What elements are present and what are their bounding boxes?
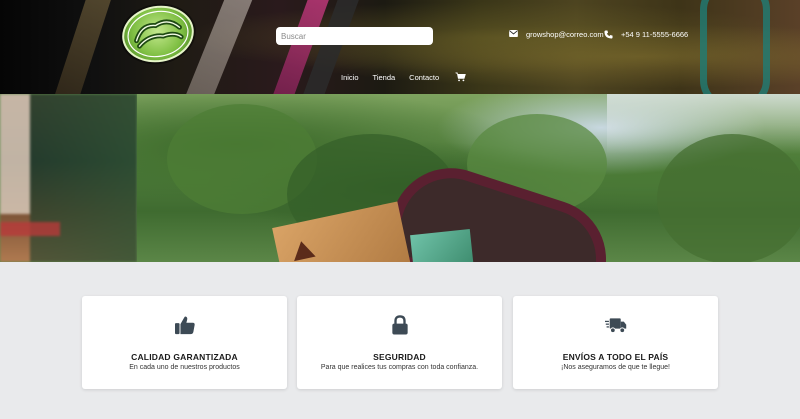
phone-icon xyxy=(604,30,613,39)
truck-icon xyxy=(604,314,627,336)
feature-card-security: SEGURIDAD Para que realices tus compras … xyxy=(297,296,502,389)
feature-title: ENVÍOS A TODO EL PAÍS xyxy=(562,352,669,362)
header-background-decoration xyxy=(52,0,112,94)
feature-title: CALIDAD GARANTIZADA xyxy=(131,352,238,362)
feature-description: En cada uno de nuestros productos xyxy=(129,364,240,371)
phone-text: +54 9 11-5555-6666 xyxy=(621,30,689,39)
hero-product-image-2 xyxy=(410,228,474,262)
nav-item-tienda[interactable]: Tienda xyxy=(373,73,396,82)
nav-item-contacto[interactable]: Contacto xyxy=(409,73,439,82)
site-header: growshop@correo.com +54 9 11-5555-6666 I… xyxy=(0,0,800,94)
main-nav: Inicio Tienda Contacto xyxy=(341,72,467,82)
email-text: growshop@correo.com xyxy=(526,30,604,39)
contact-email[interactable]: growshop@correo.com xyxy=(509,30,604,39)
feature-card-quality: CALIDAD GARANTIZADA En cada uno de nuest… xyxy=(82,296,287,389)
features-section: CALIDAD GARANTIZADA En cada uno de nuest… xyxy=(0,262,800,419)
search-input[interactable] xyxy=(276,27,433,45)
lock-icon xyxy=(389,314,411,336)
feature-title: SEGURIDAD xyxy=(373,352,426,362)
contact-phone[interactable]: +54 9 11-5555-6666 xyxy=(604,30,688,39)
envelope-icon xyxy=(509,30,518,39)
feature-description: Para que realices tus compras con toda c… xyxy=(320,364,479,371)
logo-graphic xyxy=(127,10,189,58)
hero-banner xyxy=(0,94,800,262)
thumbs-up-icon xyxy=(174,314,196,336)
hero-left-photo xyxy=(0,94,137,262)
nav-item-inicio[interactable]: Inicio xyxy=(341,73,359,82)
feature-card-shipping: ENVÍOS A TODO EL PAÍS ¡Nos aseguramos de… xyxy=(513,296,718,389)
header-background-decoration xyxy=(700,0,770,94)
feature-description: ¡Nos aseguramos de que te llegue! xyxy=(561,364,670,371)
shopping-cart-icon[interactable] xyxy=(455,72,467,82)
logo[interactable] xyxy=(117,0,199,68)
